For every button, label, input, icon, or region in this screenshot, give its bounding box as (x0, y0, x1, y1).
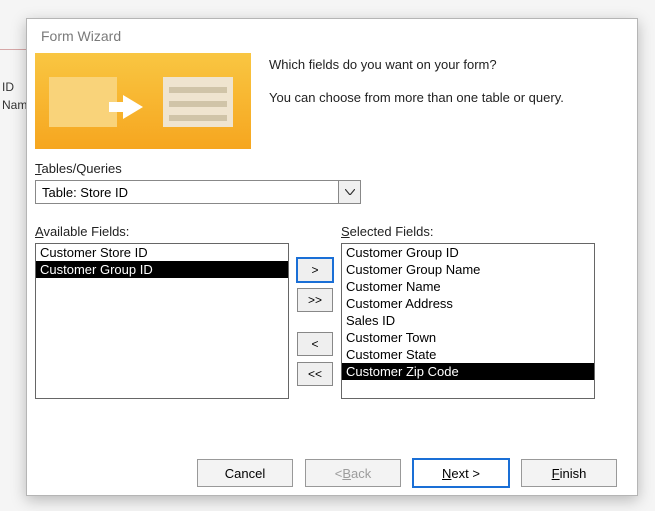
list-item[interactable]: Customer Address (342, 295, 594, 312)
cancel-button[interactable]: Cancel (197, 459, 293, 487)
list-item[interactable]: Customer Zip Code (342, 363, 594, 380)
list-item[interactable]: Customer State (342, 346, 594, 363)
list-item[interactable]: Customer Group ID (36, 261, 288, 278)
wizard-illustration (35, 53, 251, 149)
list-item[interactable]: Sales ID (342, 312, 594, 329)
list-item[interactable]: Customer Town (342, 329, 594, 346)
list-item[interactable]: Customer Store ID (36, 244, 288, 261)
back-button: < Back (305, 459, 401, 487)
remove-all-fields-button[interactable]: << (297, 362, 333, 386)
selected-fields-label: Selected Fields: (341, 224, 595, 239)
available-fields-list[interactable]: Customer Store IDCustomer Group ID (35, 243, 289, 399)
tables-queries-value: Table: Store ID (36, 185, 338, 200)
remove-field-button[interactable]: < (297, 332, 333, 356)
chevron-down-icon[interactable] (338, 181, 360, 203)
dialog-title: Form Wizard (27, 19, 637, 53)
list-item[interactable]: Customer Group ID (342, 244, 594, 261)
form-wizard-dialog: Form Wizard Which fields do you want on … (26, 18, 638, 496)
background-columns: ID Nam (2, 80, 27, 116)
add-field-button[interactable]: > (297, 258, 333, 282)
wizard-intro-text: Which fields do you want on your form? Y… (269, 53, 564, 123)
list-item[interactable]: Customer Name (342, 278, 594, 295)
list-item[interactable]: Customer Group Name (342, 261, 594, 278)
finish-button[interactable]: Finish (521, 459, 617, 487)
tables-queries-label: Tables/Queries (35, 161, 629, 176)
available-fields-label: Available Fields: (35, 224, 289, 239)
selected-fields-list[interactable]: Customer Group IDCustomer Group NameCust… (341, 243, 595, 399)
next-button[interactable]: Next > (413, 459, 509, 487)
tables-queries-combo[interactable]: Table: Store ID (35, 180, 361, 204)
add-all-fields-button[interactable]: >> (297, 288, 333, 312)
